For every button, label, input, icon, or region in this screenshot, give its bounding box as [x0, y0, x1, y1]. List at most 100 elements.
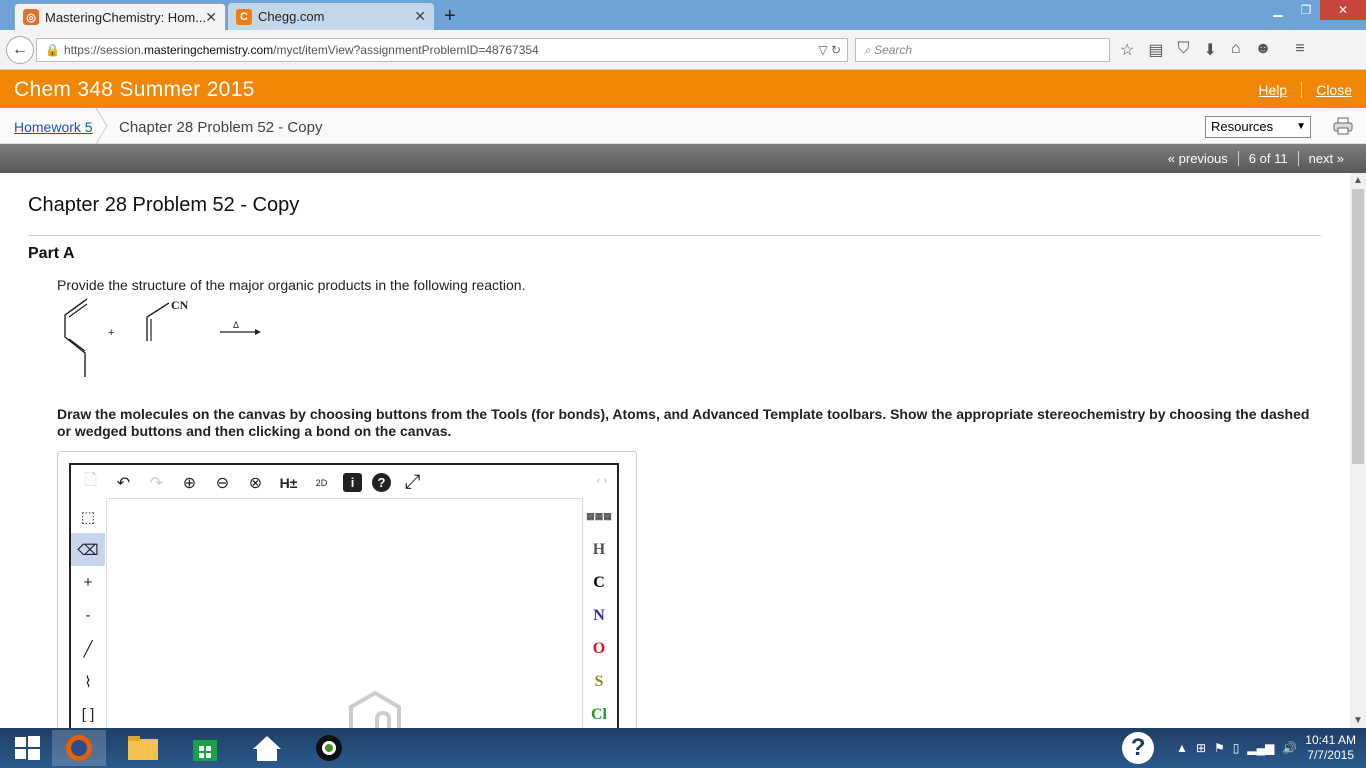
camera-app-icon[interactable] [302, 730, 356, 766]
toolbar-icons: ☆ ▤ ⛉ ⬇ ⌂ ☻ ≡ [1120, 40, 1305, 60]
part-heading: Part A [28, 245, 75, 262]
header-links: Help Close [1244, 82, 1352, 98]
bracket-tool-icon[interactable]: [ ] [71, 698, 105, 728]
molecule-editor: 🗋 ↶ ↷ ⊕ ⊖ ⊗ H± 2D i ? ⤢ ‹ › ⬚ ⌫ + - ╱ ⌇ … [69, 463, 619, 728]
atom-s-button[interactable]: S [581, 665, 617, 698]
volume-icon[interactable]: 🔊 [1282, 741, 1297, 755]
file-explorer-icon[interactable] [116, 730, 170, 766]
explicit-hydrogens-button[interactable]: H± [277, 471, 300, 494]
panel-toggle-icon[interactable]: ‹ › [597, 475, 607, 487]
browser-nav-bar: ← 🔒 https://session.masteringchemistry.co… [0, 30, 1366, 70]
editor-atoms-toolbar: ▦▦▦ H C N O S Cl [581, 500, 617, 728]
resources-select[interactable]: Resources ▼ [1205, 116, 1311, 138]
pocket-icon[interactable]: ⛉ [1177, 40, 1189, 60]
info-icon[interactable]: i [343, 473, 362, 492]
window-close-icon[interactable]: ✕ [1320, 0, 1366, 20]
reaction-scheme: + CN Δ [64, 298, 261, 377]
pager-bar: « previous 6 of 11 next » [0, 144, 1366, 173]
tab-close-icon[interactable]: ✕ [205, 9, 217, 26]
windows-start-icon[interactable] [0, 730, 54, 766]
atom-n-button[interactable]: N [581, 599, 617, 632]
home-app-icon[interactable] [240, 730, 294, 766]
select-tool-icon[interactable]: ⬚ [71, 500, 105, 533]
browser-tab-bar: ◎ MasteringChemistry: Hom... ✕ C Chegg.c… [0, 0, 1366, 30]
help-question-icon[interactable]: ? [1122, 732, 1155, 764]
url-bar[interactable]: 🔒 https://session.masteringchemistry.com/… [36, 38, 848, 62]
reload-icon[interactable]: ▽ ↻ [818, 39, 841, 61]
clean-2d-button[interactable]: 2D [310, 471, 333, 494]
scroll-up-icon[interactable]: ▲ [1350, 175, 1366, 186]
breadcrumb-homework-link[interactable]: Homework 5 [14, 119, 93, 135]
search-placeholder: Search [874, 43, 913, 57]
increase-charge-button[interactable]: + [71, 566, 105, 599]
print-icon[interactable] [1333, 117, 1353, 135]
breadcrumb-current: Chapter 28 Problem 52 - Copy [119, 119, 323, 136]
home-icon[interactable]: ⌂ [1231, 40, 1241, 60]
store-icon[interactable] [178, 730, 232, 766]
help-link[interactable]: Help [1244, 82, 1301, 98]
fullscreen-icon[interactable]: ⤢ [401, 471, 424, 494]
chegg-favicon-icon: C [236, 8, 252, 25]
nitrile-label: CN [171, 298, 189, 312]
new-document-icon[interactable]: 🗋 [79, 471, 102, 494]
atom-c-button[interactable]: C [581, 566, 617, 599]
eraser-tool-icon[interactable]: ⌫ [71, 533, 105, 566]
network-signal-icon[interactable]: ▂▄▆ [1247, 741, 1274, 755]
new-tab-icon[interactable]: + [444, 5, 456, 28]
minimize-icon[interactable]: ▁ [1264, 0, 1292, 20]
tab-masteringchemistry[interactable]: ◎ MasteringChemistry: Hom... ✕ [14, 3, 226, 30]
tab-chegg[interactable]: C Chegg.com ✕ [228, 3, 434, 30]
periodic-table-icon[interactable]: ▦▦▦ [581, 500, 617, 533]
divider [28, 235, 1321, 236]
scroll-down-icon[interactable]: ▼ [1350, 715, 1366, 726]
chevron-down-icon: ▼ [1296, 121, 1306, 132]
previous-link[interactable]: « previous [1158, 151, 1238, 166]
decrease-charge-button[interactable]: - [71, 599, 105, 632]
single-bond-tool-icon[interactable]: ╱ [71, 632, 105, 665]
editor-tools-toolbar: ⬚ ⌫ + - ╱ ⌇ [ ] [71, 500, 105, 728]
zoom-in-icon[interactable]: ⊕ [178, 471, 201, 494]
page-scrollbar[interactable]: ▲ ▼ [1350, 173, 1366, 728]
redo-icon[interactable]: ↷ [145, 471, 168, 494]
back-arrow-icon[interactable]: ← [6, 36, 34, 64]
close-link[interactable]: Close [1301, 82, 1352, 98]
pager: « previous 6 of 11 next » [1158, 151, 1354, 166]
help-icon[interactable]: ? [372, 473, 391, 492]
lock-icon: 🔒 [45, 43, 60, 57]
plus-sign: + [108, 327, 114, 339]
tab-title: Chegg.com [258, 9, 325, 24]
problem-prompt: Provide the structure of the major organ… [57, 277, 526, 293]
next-link[interactable]: next » [1297, 151, 1354, 166]
flag-icon[interactable]: ⚑ [1214, 741, 1225, 755]
battery-icon[interactable]: ▯ [1233, 741, 1240, 755]
tab-title: MasteringChemistry: Hom... [45, 9, 206, 25]
drawing-instructions: Draw the molecules on the canvas by choo… [57, 406, 1310, 439]
firefox-icon[interactable] [52, 730, 106, 766]
url-prefix: https://session. [63, 43, 144, 57]
chain-tool-icon[interactable]: ⌇ [71, 665, 105, 698]
tray-expand-icon[interactable]: ▲ [1176, 741, 1188, 755]
windows-tray-icon[interactable]: ⊞ [1196, 741, 1206, 755]
menu-icon[interactable]: ≡ [1295, 40, 1304, 60]
atom-h-button[interactable]: H [581, 533, 617, 566]
clock[interactable]: 10:41 AM 7/7/2015 [1305, 733, 1356, 763]
url-domain: masteringchemistry.com [144, 43, 274, 57]
bookmark-star-icon[interactable]: ☆ [1120, 40, 1134, 60]
drawing-canvas[interactable] [106, 498, 583, 728]
maximize-icon[interactable]: ❐ [1292, 0, 1320, 20]
window-controls: ▁ ❐ ✕ [1264, 0, 1366, 20]
tab-close-icon[interactable]: ✕ [414, 8, 426, 25]
atom-o-button[interactable]: O [581, 632, 617, 665]
zoom-out-icon[interactable]: ⊖ [211, 471, 234, 494]
undo-icon[interactable]: ↶ [112, 471, 135, 494]
download-icon[interactable]: ⬇ [1203, 40, 1216, 60]
problem-content: Chapter 28 Problem 52 - Copy Part A Prov… [0, 173, 1350, 728]
zoom-reset-icon[interactable]: ⊗ [244, 471, 267, 494]
smiley-icon[interactable]: ☻ [1255, 40, 1272, 60]
breadcrumb-chevron-icon [95, 108, 108, 144]
scrollbar-thumb[interactable] [1352, 189, 1364, 464]
reading-list-icon[interactable]: ▤ [1148, 40, 1163, 60]
breadcrumb: Homework 5 Chapter 28 Problem 52 - Copy … [0, 108, 1366, 144]
atom-cl-button[interactable]: Cl [581, 698, 617, 728]
search-input[interactable]: ⌕ Search [855, 38, 1110, 62]
